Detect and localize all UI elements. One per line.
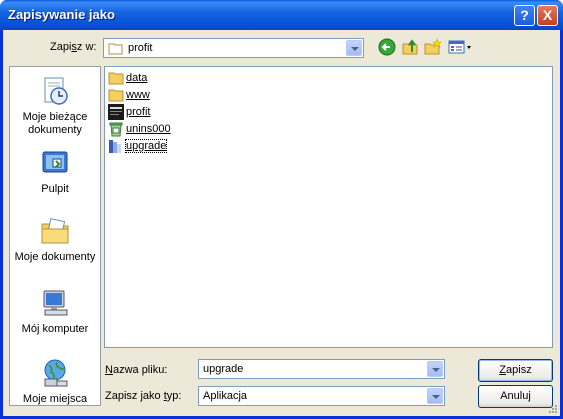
cancel-button[interactable]: Anuluj (478, 385, 553, 408)
desktop-icon (42, 151, 68, 173)
folder-icon (108, 43, 123, 55)
list-item[interactable]: unins000 (108, 121, 171, 137)
save-button[interactable]: Zapisz (478, 359, 553, 382)
places-bar: Moje bieżące dokumenty Pulpit Moje dokum… (9, 66, 101, 406)
filetype-dropdown[interactable]: Aplikacja (198, 386, 445, 406)
filename-value: upgrade (203, 363, 244, 375)
list-item[interactable]: www (108, 87, 150, 103)
recent-documents-icon (44, 77, 68, 105)
my-computer-icon (43, 290, 68, 316)
place-desktop[interactable]: Pulpit (10, 147, 100, 196)
place-label: Moje miejsca (22, 393, 88, 405)
file-name: upgrade (124, 139, 168, 153)
file-list[interactable]: data www profit unins000 upgrade (104, 66, 553, 348)
uninstall-icon (109, 122, 123, 137)
folder-icon (108, 72, 124, 85)
place-my-documents[interactable]: Moje dokumenty (10, 215, 100, 264)
file-name: profit (126, 106, 151, 118)
place-label: Moje bieżące dokumenty (22, 111, 88, 136)
filename-field[interactable]: upgrade (198, 359, 445, 379)
list-item[interactable]: data (108, 70, 147, 86)
filetype-label: Zapisz jako typ: (105, 390, 182, 402)
titlebar[interactable]: Zapisywanie jako ? X (0, 0, 563, 30)
look-in-dropdown[interactable]: profit (103, 38, 364, 58)
chevron-down-icon[interactable] (427, 361, 443, 377)
resize-grip-icon[interactable] (547, 403, 558, 414)
new-folder-icon[interactable] (424, 38, 442, 56)
save-as-dialog: Zapisywanie jako ? X Zapisz w: profit Mo… (0, 0, 563, 419)
chevron-down-icon[interactable] (346, 40, 362, 56)
place-label: Mój komputer (21, 323, 89, 335)
up-folder-icon[interactable] (401, 38, 419, 56)
file-name: data (126, 72, 148, 84)
place-my-computer[interactable]: Mój komputer (10, 287, 100, 336)
window-title: Zapisywanie jako (8, 7, 115, 22)
look-in-label: Zapisz w: (50, 41, 97, 53)
look-in-value: profit (128, 42, 153, 54)
place-label: Moje dokumenty (14, 251, 96, 263)
filename-label: Nazwa pliku: (105, 364, 168, 376)
list-item-selected[interactable]: upgrade (108, 138, 168, 154)
network-places-icon (44, 359, 68, 387)
app-icon (108, 104, 124, 120)
filetype-value: Aplikacja (203, 390, 248, 402)
place-label: Pulpit (41, 183, 69, 195)
place-recent-documents[interactable]: Moje bieżące dokumenty (10, 75, 100, 137)
views-menu-icon[interactable] (448, 38, 472, 56)
place-network[interactable]: Moje miejsca (10, 357, 100, 406)
close-button[interactable]: X (537, 5, 558, 26)
installer-icon (109, 140, 121, 153)
file-name: unins000 (126, 123, 171, 135)
list-item[interactable]: profit (108, 104, 150, 120)
file-name: www (126, 89, 150, 101)
help-button[interactable]: ? (514, 5, 535, 26)
folder-icon (108, 89, 124, 102)
dialog-body: Zapisz w: profit Moje bieżące dokumenty … (3, 30, 560, 416)
back-arrow-icon[interactable] (378, 38, 396, 56)
my-documents-icon (41, 218, 69, 244)
chevron-down-icon[interactable] (427, 388, 443, 404)
